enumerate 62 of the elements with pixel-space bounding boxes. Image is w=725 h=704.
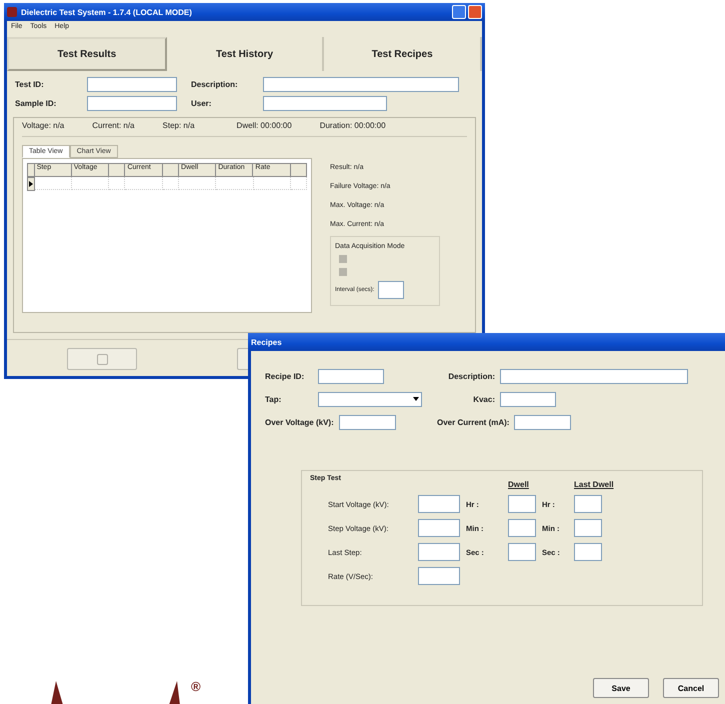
table-cell	[162, 177, 179, 190]
input-field[interactable]	[514, 415, 572, 430]
field-label: Test ID:	[15, 80, 45, 89]
input-field[interactable]	[508, 519, 536, 537]
reading-text: Dwell: 00:00:00	[236, 121, 292, 130]
reading-text: Voltage: n/a	[22, 121, 64, 130]
input-field[interactable]	[574, 519, 602, 537]
table-cell	[216, 177, 254, 190]
close-button[interactable]	[468, 5, 482, 19]
table-cell	[254, 177, 291, 190]
table-cell	[179, 177, 216, 190]
minimize-button[interactable]	[452, 5, 466, 19]
dialog-button[interactable]: Cancel	[663, 678, 719, 698]
input-field[interactable]	[418, 567, 460, 585]
window-title: Dielectric Test System - 1.7.4 (LOCAL MODE)	[21, 8, 192, 16]
dialog-button[interactable]: Save	[593, 678, 649, 698]
input-field[interactable]	[87, 96, 177, 111]
window-title: Recipes	[251, 338, 282, 346]
table-cell	[72, 177, 110, 190]
column-heading: Last Dwell	[574, 480, 615, 489]
input-field[interactable]	[418, 543, 460, 561]
button-icon	[96, 354, 108, 364]
input-field[interactable]	[500, 369, 688, 384]
input-field[interactable]	[418, 519, 460, 537]
dropdown-arrow-icon	[413, 397, 419, 401]
field-label: Sample ID:	[15, 99, 58, 108]
input-field[interactable]	[338, 415, 396, 430]
app-icon	[7, 7, 17, 17]
input-field[interactable]	[378, 281, 404, 299]
field-label: Over Voltage (kV):	[265, 418, 334, 427]
column-heading: Dwell	[508, 480, 530, 489]
reading-text: Current: n/a	[92, 121, 135, 130]
input-field[interactable]	[87, 77, 177, 92]
column-header	[290, 163, 307, 177]
table-cell	[109, 177, 126, 190]
field-label: Description:	[447, 372, 495, 381]
input-field[interactable]	[263, 77, 459, 92]
reading-text: Duration: 00:00:00	[320, 121, 386, 130]
field-label: Kvac:	[472, 395, 495, 404]
table-cell	[290, 177, 308, 190]
field-label: Tap:	[265, 395, 282, 404]
registered-mark: ®	[191, 679, 201, 694]
input-field[interactable]	[263, 96, 387, 111]
input-field[interactable]	[574, 543, 602, 561]
column-header	[162, 163, 180, 177]
field-label: Recipe ID:	[265, 372, 306, 381]
column-header	[109, 163, 126, 177]
row-pointer-icon	[29, 181, 33, 187]
input-field[interactable]	[508, 495, 536, 513]
input-field[interactable]	[418, 495, 460, 513]
dropdown[interactable]	[318, 392, 422, 407]
input-field[interactable]	[574, 495, 602, 513]
input-field[interactable]	[500, 392, 556, 407]
input-field[interactable]	[318, 369, 384, 384]
field-label: Description:	[191, 80, 239, 89]
table-cell	[34, 177, 72, 190]
tab[interactable]: Test Results	[7, 37, 167, 71]
table-cell	[125, 177, 163, 190]
input-field[interactable]	[508, 543, 536, 561]
field-label: User:	[191, 99, 212, 108]
reading-text: Step: n/a	[162, 121, 195, 130]
field-label: Over Current (mA):	[437, 418, 510, 427]
